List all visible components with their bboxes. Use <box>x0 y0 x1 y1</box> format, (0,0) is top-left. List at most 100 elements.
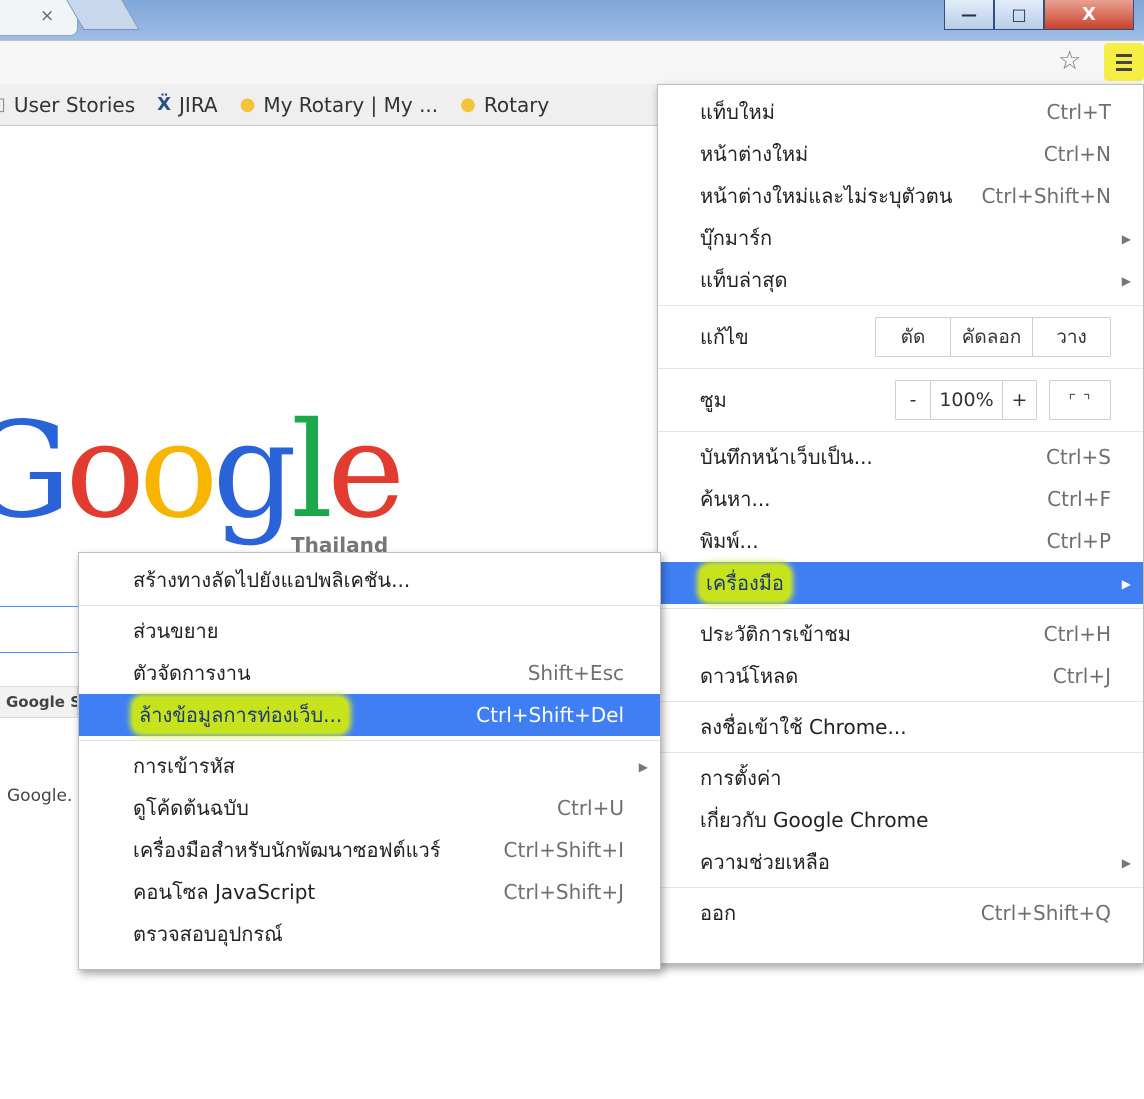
close-window-button[interactable]: X <box>1044 0 1134 30</box>
menu-item-label: ตรวจสอบอุปกรณ์ <box>133 922 283 946</box>
menu-item-label: ออก <box>700 901 737 925</box>
menu-item-shortcut: Ctrl+S <box>1045 445 1111 469</box>
menu-item-label: สร้างทางลัดไปยังแอปพลิเคชัน... <box>133 568 411 592</box>
menu-item-downloads[interactable]: ดาวน์โหลด Ctrl+J <box>658 655 1143 697</box>
submenu-item-clear-browsing-data[interactable]: ล้างข้อมูลการท่องเว็บ... Ctrl+Shift+Del <box>79 694 660 736</box>
menu-separator <box>79 740 660 741</box>
zoom-level: 100% <box>930 381 1002 419</box>
menu-item-signin[interactable]: ลงชื่อเข้าใช้ Chrome... <box>658 706 1143 748</box>
menu-item-shortcut: Shift+Esc <box>527 661 624 685</box>
search-box-edge[interactable] <box>0 652 78 653</box>
menu-item-bookmarks[interactable]: บุ๊กมาร์ก ▶ <box>658 217 1143 259</box>
bookmark-my-rotary[interactable]: ● My Rotary | My ... <box>240 93 439 117</box>
menu-item-history[interactable]: ประวัติการเข้าชม Ctrl+H <box>658 613 1143 655</box>
submenu-arrow-icon: ▶ <box>638 760 648 774</box>
zoom-button-group: - 100% + <box>895 380 1037 420</box>
menu-item-shortcut: Ctrl+F <box>1047 487 1111 511</box>
menu-item-about[interactable]: เกี่ยวกับ Google Chrome <box>658 799 1143 841</box>
menu-item-label: เครื่องมือสำหรับนักพัฒนาซอฟต์แวร์ <box>133 838 441 862</box>
menu-item-tools[interactable]: เครื่องมือ ▶ <box>658 562 1143 604</box>
maximize-button[interactable]: □ <box>994 0 1044 30</box>
menu-item-label: ซูม <box>700 388 727 412</box>
menu-item-recent-tabs[interactable]: แท็บล่าสุด ▶ <box>658 259 1143 301</box>
menu-item-label: การตั้งค่า <box>700 766 782 790</box>
menu-item-print[interactable]: พิมพ์... Ctrl+P <box>658 520 1143 562</box>
hamburger-icon-bar <box>1116 60 1132 64</box>
menu-item-find[interactable]: ค้นหา... Ctrl+F <box>658 478 1143 520</box>
menu-item-shortcut: Ctrl+Shift+I <box>503 838 624 862</box>
cut-button[interactable]: ตัด <box>876 318 950 356</box>
tab-close-icon[interactable]: × <box>40 6 54 26</box>
page-footer-text: Google. <box>7 786 73 806</box>
menu-item-help[interactable]: ความช่วยเหลือ ▶ <box>658 841 1143 883</box>
menu-item-shortcut: Ctrl+H <box>1043 622 1111 646</box>
submenu-item-task-manager[interactable]: ตัวจัดการงาน Shift+Esc <box>79 652 660 694</box>
menu-separator <box>658 431 1143 432</box>
menu-item-label: บุ๊กมาร์ก <box>700 226 773 250</box>
bookmark-label: Rotary <box>483 92 550 117</box>
bookmark-jira[interactable]: Ẍ JIRA <box>157 93 217 117</box>
menu-item-new-tab[interactable]: แท็บใหม่ Ctrl+T <box>658 91 1143 133</box>
menu-item-new-window[interactable]: หน้าต่างใหม่ Ctrl+N <box>658 133 1143 175</box>
menu-item-save-page[interactable]: บันทึกหน้าเว็บเป็น... Ctrl+S <box>658 436 1143 478</box>
submenu-item-encoding[interactable]: การเข้ารหัส ▶ <box>79 745 660 787</box>
menu-item-label: คอนโซล JavaScript <box>133 880 316 904</box>
menu-item-shortcut: Ctrl+Shift+Q <box>980 901 1111 925</box>
menu-item-label: ส่วนขยาย <box>133 619 219 643</box>
menu-item-shortcut: Ctrl+U <box>557 796 624 820</box>
menu-separator <box>79 605 660 606</box>
menu-separator <box>658 887 1143 888</box>
menu-separator <box>658 752 1143 753</box>
menu-separator <box>658 368 1143 369</box>
submenu-arrow-icon: ▶ <box>1121 232 1131 246</box>
browser-tab[interactable]: × <box>0 0 78 36</box>
submenu-item-developer-tools[interactable]: เครื่องมือสำหรับนักพัฒนาซอฟต์แวร์ Ctrl+S… <box>79 829 660 871</box>
menu-item-shortcut: Ctrl+J <box>1052 664 1111 688</box>
logo-letter: l <box>290 394 333 548</box>
bookmarks-bar: ▯ User Stories Ẍ JIRA ● My Rotary | My .… <box>0 84 660 126</box>
submenu-item-javascript-console[interactable]: คอนโซล JavaScript Ctrl+Shift+J <box>79 871 660 913</box>
paste-button[interactable]: วาง <box>1032 318 1110 356</box>
menu-item-exit[interactable]: ออก Ctrl+Shift+Q <box>658 892 1143 934</box>
menu-separator <box>658 305 1143 306</box>
logo-letter: e <box>327 394 405 548</box>
minimize-button[interactable]: — <box>944 0 994 30</box>
logo-letter: o <box>138 394 219 548</box>
google-logo: Google <box>0 405 405 537</box>
submenu-arrow-icon: ▶ <box>1121 577 1131 591</box>
copy-button[interactable]: คัดลอก <box>950 318 1032 356</box>
menu-item-label: แก้ไข <box>700 325 749 349</box>
edit-button-group: ตัด คัดลอก วาง <box>875 317 1111 357</box>
menu-item-shortcut: Ctrl+Shift+J <box>503 880 624 904</box>
menu-item-settings[interactable]: การตั้งค่า <box>658 757 1143 799</box>
submenu-item-view-source[interactable]: ดูโค้ดต้นฉบับ Ctrl+U <box>79 787 660 829</box>
bookmark-user-stories[interactable]: ▯ User Stories <box>0 93 135 117</box>
zoom-in-button[interactable]: + <box>1002 381 1036 419</box>
chrome-menu-button[interactable] <box>1104 43 1144 81</box>
submenu-item-inspect-devices[interactable]: ตรวจสอบอุปกรณ์ <box>79 913 660 955</box>
fullscreen-icon[interactable]: ⌜ ⌝ <box>1049 380 1111 420</box>
submenu-arrow-icon: ▶ <box>1121 274 1131 288</box>
bookmark-star-icon[interactable]: ☆ <box>1058 46 1081 76</box>
menu-item-label: ค้นหา... <box>700 487 771 511</box>
bookmark-rotary[interactable]: ● Rotary <box>460 93 549 117</box>
submenu-item-extensions[interactable]: ส่วนขยาย <box>79 610 660 652</box>
bookmark-label: User Stories <box>13 92 136 117</box>
menu-row-edit: แก้ไข ตัด คัดลอก วาง <box>658 310 1143 364</box>
submenu-item-create-shortcut[interactable]: สร้างทางลัดไปยังแอปพลิเคชัน... <box>79 559 660 601</box>
browser-toolbar: ☆ <box>0 40 1144 84</box>
logo-letter: G <box>0 394 71 548</box>
menu-item-label: พิมพ์... <box>700 529 759 553</box>
zoom-out-button[interactable]: - <box>896 381 930 419</box>
menu-item-incognito[interactable]: หน้าต่างใหม่และไม่ระบุตัวตน Ctrl+Shift+N <box>658 175 1143 217</box>
menu-item-label: บันทึกหน้าเว็บเป็น... <box>700 445 873 469</box>
menu-item-label: เกี่ยวกับ Google Chrome <box>700 808 929 832</box>
menu-item-shortcut: Ctrl+N <box>1043 142 1111 166</box>
rotary-icon: ● <box>460 94 476 115</box>
menu-item-label: ดูโค้ดต้นฉบับ <box>133 796 249 820</box>
jira-icon: Ẍ <box>157 94 172 115</box>
google-search-button[interactable]: Google S <box>0 686 78 718</box>
menu-item-label: เครื่องมือ <box>700 565 790 601</box>
hamburger-icon-bar <box>1116 67 1132 71</box>
search-box-edge[interactable] <box>0 606 78 607</box>
